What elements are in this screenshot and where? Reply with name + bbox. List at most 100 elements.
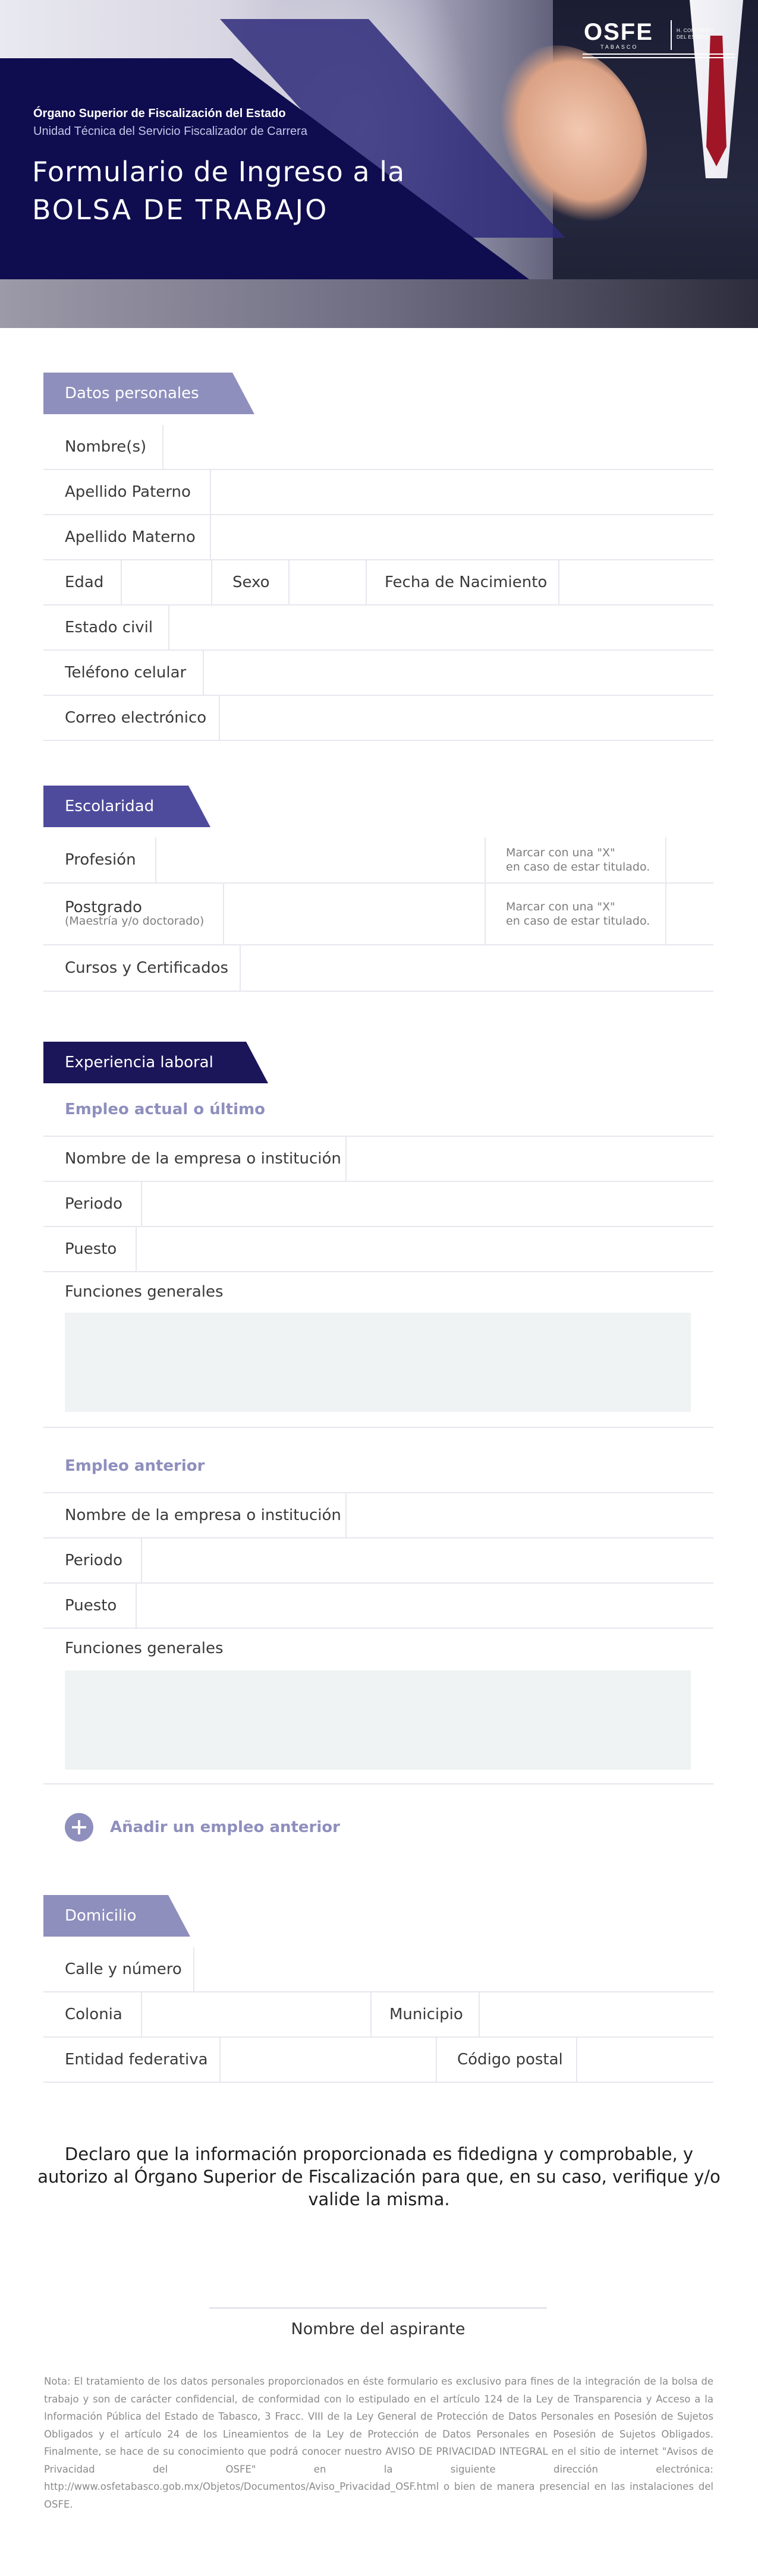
input-empresa-anterior[interactable] (347, 1493, 713, 1537)
section-tab-address: Domicilio (43, 1895, 190, 1937)
logo-side-line2: DEL ESTADO (677, 34, 709, 40)
label-funciones-actual: Funciones generales (65, 1283, 224, 1301)
label-colonia: Colonia (65, 2006, 122, 2023)
label-nombre: Nombre(s) (65, 438, 147, 456)
label-apellido-materno: Apellido Materno (65, 528, 196, 546)
row-calle: Calle y número (43, 1947, 713, 1992)
label-periodo-anterior: Periodo (65, 1552, 122, 1569)
osfe-logo: OSFE TABASCO H. CONGRESO DEL ESTADO (583, 18, 737, 59)
input-sexo[interactable] (290, 560, 366, 604)
logo-rule (583, 53, 735, 55)
logo-side-line1: H. CONGRESO (677, 28, 714, 33)
page-title-line1: Formulario de Ingreso a la (32, 156, 405, 188)
label-estado-civil: Estado civil (65, 619, 153, 636)
logo-side-text: H. CONGRESO DEL ESTADO (677, 27, 713, 40)
input-edad[interactable] (122, 560, 211, 604)
label-apellido-paterno: Apellido Paterno (65, 483, 191, 501)
row-correo: Correo electrónico (43, 696, 713, 741)
add-previous-job-button[interactable]: Añadir un empleo anterior (65, 1812, 340, 1842)
textarea-funciones-actual[interactable] (65, 1313, 691, 1412)
label-periodo-actual: Periodo (65, 1195, 122, 1213)
section-tab-experience: Experiencia laboral (43, 1042, 268, 1083)
row-empresa-actual: Nombre de la empresa o institución (43, 1137, 713, 1182)
logo-subtitle: TABASCO (600, 44, 639, 50)
input-puesto-actual[interactable] (137, 1227, 713, 1271)
input-puesto-anterior[interactable] (137, 1584, 713, 1628)
row-divider-current (43, 1090, 713, 1137)
hint-titulado-profesion: Marcar con una "X" en caso de estar titu… (506, 846, 650, 874)
label-postgrado: Postgrado (65, 898, 142, 916)
input-telefono[interactable] (204, 651, 713, 695)
label-empresa-anterior: Nombre de la empresa o institución (65, 1506, 341, 1524)
checkbox-titulado-postgrado[interactable] (666, 884, 713, 944)
input-empresa-actual[interactable] (347, 1137, 713, 1181)
row-postgrado: Postgrado (Maestría y/o doctorado) Marca… (43, 884, 713, 945)
input-colonia[interactable] (142, 1992, 370, 2036)
plus-icon (65, 1813, 93, 1842)
header-unit: Unidad Técnica del Servicio Fiscalizador… (33, 125, 307, 138)
declaration-text: Declaro que la información proporcionada… (37, 2144, 721, 2209)
row-colonia-municipio: Colonia Municipio (43, 1992, 713, 2038)
label-puesto-actual: Puesto (65, 1240, 117, 1258)
label-correo: Correo electrónico (65, 709, 207, 727)
label-profesion: Profesión (65, 851, 136, 869)
row-apellido-paterno: Apellido Paterno (43, 470, 713, 515)
row-profesion: Profesión Marcar con una "X" en caso de … (43, 837, 713, 884)
signature-line[interactable] (209, 2307, 547, 2309)
input-estado-civil[interactable] (169, 606, 713, 649)
checkbox-titulado-profesion[interactable] (666, 837, 713, 882)
input-nombre[interactable] (163, 425, 713, 469)
input-municipio[interactable] (480, 1992, 713, 2036)
label-postgrado-sub: (Maestría y/o doctorado) (65, 915, 205, 928)
row-telefono: Teléfono celular (43, 651, 713, 696)
input-calle[interactable] (194, 1947, 713, 1991)
label-funciones-anterior: Funciones generales (65, 1639, 224, 1657)
logo-rule-2 (583, 57, 735, 58)
label-municipio: Municipio (389, 2006, 463, 2023)
privacy-note: Nota: El tratamiento de los datos person… (44, 2376, 713, 2510)
row-entidad-cp: Entidad federativa Código postal (43, 2038, 713, 2083)
header-organization: Órgano Superior de Fiscalización del Est… (33, 107, 286, 120)
page-title-line2: BOLSA DE TRABAJO (32, 194, 329, 226)
input-periodo-anterior[interactable] (142, 1538, 713, 1582)
input-entidad[interactable] (221, 2038, 436, 2082)
section-tab-personal: Datos personales (43, 373, 254, 414)
section-tab-education-label: Escolaridad (65, 797, 155, 815)
row-cursos: Cursos y Certificados (43, 945, 713, 992)
label-entidad: Entidad federativa (65, 2051, 208, 2069)
input-codigo-postal[interactable] (577, 2038, 713, 2082)
row-edad-sexo-fecha: Edad Sexo Fecha de Nacimiento (43, 560, 713, 606)
label-calle: Calle y número (65, 1960, 182, 1978)
label-edad: Edad (65, 573, 104, 591)
row-apellido-materno: Apellido Materno (43, 515, 713, 560)
textarea-funciones-anterior[interactable] (65, 1670, 691, 1770)
input-correo[interactable] (220, 696, 713, 740)
label-sexo: Sexo (232, 573, 270, 591)
row-nombre: Nombre(s) (43, 425, 713, 470)
logo-mark: OSFE (584, 19, 653, 45)
add-previous-job-label: Añadir un empleo anterior (110, 1818, 340, 1836)
label-empresa-actual: Nombre de la empresa o institución (65, 1150, 341, 1168)
row-estado-civil: Estado civil (43, 606, 713, 651)
row-puesto-anterior: Puesto (43, 1584, 713, 1629)
label-cursos: Cursos y Certificados (65, 959, 229, 977)
row-divider-previous (43, 1447, 713, 1493)
input-apellido-materno[interactable] (211, 515, 713, 559)
signature-label: Nombre del aspirante (291, 2320, 466, 2338)
input-periodo-actual[interactable] (142, 1182, 713, 1226)
input-cursos[interactable] (241, 945, 713, 991)
logo-divider (671, 20, 672, 50)
section-tab-address-label: Domicilio (65, 1907, 137, 1925)
label-puesto-anterior: Puesto (65, 1597, 117, 1615)
input-profesion[interactable] (156, 837, 485, 882)
input-fecha-nacimiento[interactable] (559, 560, 713, 604)
row-periodo-actual: Periodo (43, 1182, 713, 1227)
input-postgrado[interactable] (224, 884, 485, 944)
input-apellido-paterno[interactable] (211, 470, 713, 514)
hint-titulado-postgrado: Marcar con una "X" en caso de estar titu… (506, 900, 650, 928)
section-tab-education: Escolaridad (43, 786, 210, 827)
label-fecha-nacimiento: Fecha de Nacimiento (385, 573, 548, 591)
label-telefono: Teléfono celular (65, 664, 187, 682)
row-empresa-anterior: Nombre de la empresa o institución (43, 1493, 713, 1538)
row-periodo-anterior: Periodo (43, 1538, 713, 1584)
